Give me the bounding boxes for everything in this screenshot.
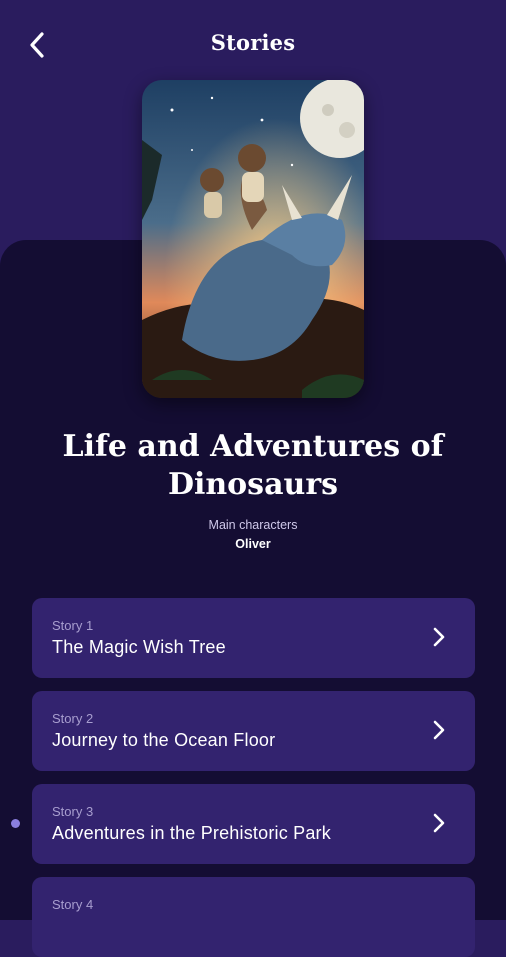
- story-title: The Magic Wish Tree: [52, 637, 226, 657]
- book-cover: [142, 80, 364, 398]
- chevron-right-icon: [433, 720, 445, 740]
- story-number: Story 2: [52, 711, 94, 726]
- story-title: Journey to the Ocean Floor: [52, 730, 276, 750]
- story-number: Story 1: [52, 618, 94, 633]
- story-number: Story 4: [52, 897, 94, 912]
- chevron-right-icon: [433, 627, 445, 647]
- main-characters-label: Main characters: [208, 518, 298, 532]
- app-header: Stories: [0, 0, 506, 90]
- chevron-right-icon: [433, 813, 445, 833]
- page-title: Stories: [210, 30, 296, 55]
- book-title: Life and Adventures of Dinosaurs: [62, 429, 444, 502]
- dinosaur-cover-illustration: [142, 80, 364, 398]
- main-characters-value: Oliver: [235, 537, 271, 551]
- story-title: Adventures in the Prehistoric Park: [52, 823, 331, 843]
- story-card-1[interactable]: Story 1 The Magic Wish Tree: [32, 598, 475, 678]
- story-card-3[interactable]: Story 3 Adventures in the Prehistoric Pa…: [32, 784, 475, 864]
- current-story-indicator: [11, 819, 20, 828]
- story-card-2[interactable]: Story 2 Journey to the Ocean Floor: [32, 691, 475, 771]
- story-number: Story 3: [52, 804, 94, 819]
- story-card-4[interactable]: Story 4: [32, 877, 475, 957]
